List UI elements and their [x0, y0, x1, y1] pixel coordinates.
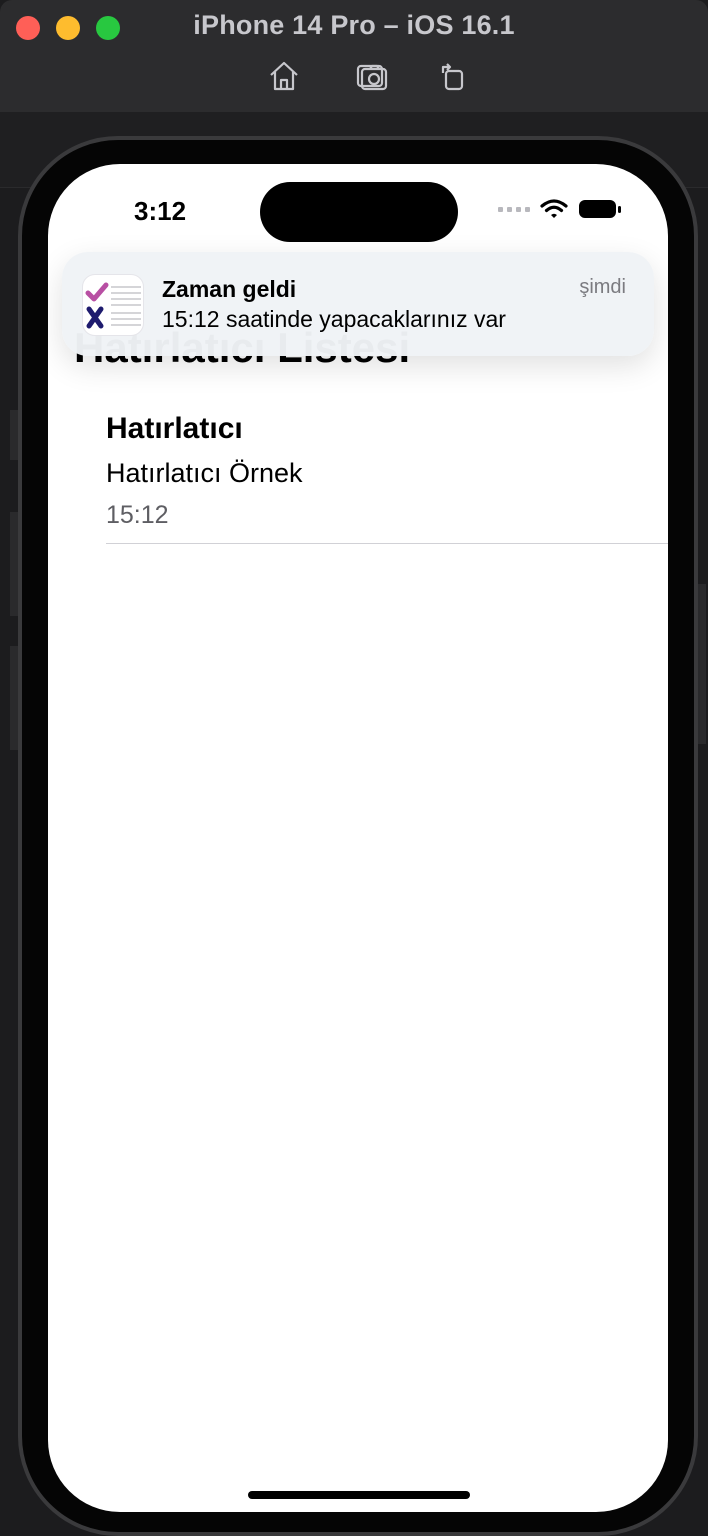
- screenshot-button[interactable]: [354, 58, 390, 94]
- status-time: 3:12: [134, 196, 187, 226]
- notification-banner[interactable]: Zaman geldi 15:12 saatinde yapacaklarını…: [62, 252, 654, 356]
- home-button[interactable]: [266, 58, 302, 94]
- home-indicator[interactable]: [248, 1491, 470, 1499]
- reminder-time: 15:12: [106, 501, 169, 529]
- cellular-signal-icon: [498, 206, 530, 212]
- rotate-icon: [441, 63, 464, 91]
- window-title: iPhone 14 Pro – iOS 16.1: [193, 10, 515, 40]
- reminder-row[interactable]: Hatırlatıcı Hatırlatıcı Örnek 15:12: [106, 412, 668, 530]
- battery-icon: [579, 200, 621, 218]
- status-icons: [498, 198, 622, 220]
- device-side-button: [10, 410, 18, 460]
- iphone-screen: 3:12 Hatırlatıcı Listesi Hatırlatıcı Hat…: [48, 164, 668, 1512]
- screenshot-icon: [356, 64, 388, 91]
- notification-time: şimdi: [579, 276, 626, 298]
- home-icon: [270, 61, 298, 91]
- reminder-subtitle: Hatırlatıcı Örnek: [106, 458, 303, 488]
- notification-body: 15:12 saatinde yapacaklarınız var: [162, 306, 506, 332]
- wifi-icon: [540, 199, 568, 218]
- device-volume-down: [10, 646, 18, 750]
- reminder-title: Hatırlatıcı: [106, 412, 243, 445]
- todo-checklist-icon: [82, 274, 144, 336]
- row-divider: [106, 543, 668, 544]
- rotate-button[interactable]: [434, 58, 470, 94]
- dynamic-island: [260, 182, 458, 242]
- device-volume-up: [10, 512, 18, 616]
- simulator-titlebar: iPhone 14 Pro – iOS 16.1: [0, 0, 708, 113]
- device-power-button: [698, 584, 706, 744]
- notification-title: Zaman geldi: [162, 276, 297, 302]
